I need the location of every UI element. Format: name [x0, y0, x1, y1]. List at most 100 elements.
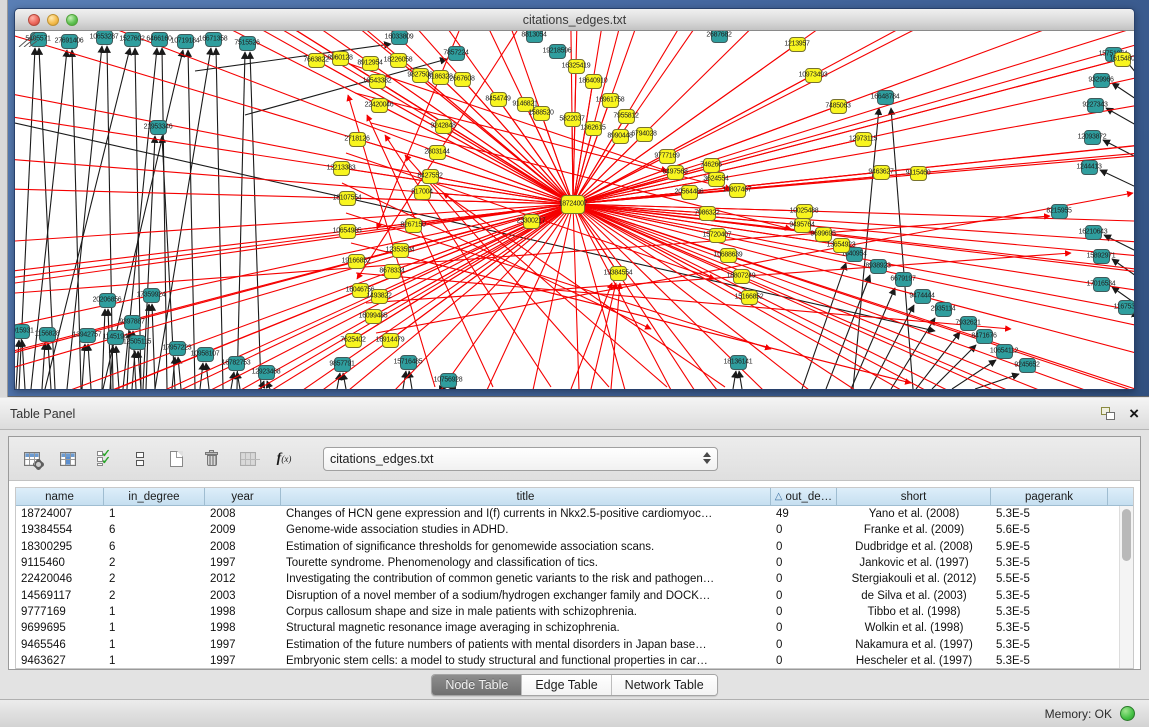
graph-node[interactable]: 9227343: [1087, 98, 1104, 113]
graph-node[interactable]: 17359924: [143, 288, 160, 303]
graph-node[interactable]: 7986322: [699, 206, 716, 221]
column-header-name[interactable]: name: [16, 488, 104, 505]
graph-node[interactable]: 3624554: [708, 172, 725, 187]
column-header-in_degree[interactable]: in_degree: [104, 488, 205, 505]
graph-node[interactable]: 1145194: [107, 330, 124, 345]
graph-node[interactable]: 9463627: [873, 165, 890, 180]
canvas-resize-grip[interactable]: [15, 31, 37, 47]
graph-node[interactable]: 16543382: [369, 74, 386, 89]
graph-node[interactable]: 1156828: [39, 327, 56, 342]
graph-node[interactable]: 1362615: [585, 121, 602, 136]
graph-node[interactable]: 10654985: [339, 224, 356, 239]
graph-node[interactable]: 10654112: [996, 344, 1013, 359]
graph-node[interactable]: 10719184: [177, 34, 194, 49]
graph-node[interactable]: 1167533: [1118, 300, 1135, 315]
graph-node[interactable]: 16046756: [352, 283, 369, 298]
graph-node[interactable]: 6679197: [895, 272, 912, 287]
graph-node[interactable]: 7663822: [308, 53, 325, 68]
column-checklist-button[interactable]: ✓✓: [89, 444, 119, 474]
table-row[interactable]: 946554611997Estimation of the future num…: [16, 636, 1133, 652]
graph-node[interactable]: 18136141: [730, 355, 747, 370]
graph-node[interactable]: 8813054: [526, 31, 543, 43]
table-settings-button[interactable]: [17, 444, 47, 474]
graph-node[interactable]: 1588520: [533, 106, 550, 121]
graph-node[interactable]: 7857224: [448, 46, 465, 61]
show-columns-button[interactable]: [53, 444, 83, 474]
graph-node[interactable]: 22420046: [371, 98, 388, 113]
table-row[interactable]: 1830029562008Estimation of significance …: [16, 539, 1133, 555]
graph-node[interactable]: 8960128: [332, 51, 349, 66]
graph-node[interactable]: 7515526: [239, 36, 256, 51]
column-header-year[interactable]: year: [205, 488, 281, 505]
graph-node[interactable]: 9115460: [910, 166, 927, 181]
graph-node[interactable]: 817004: [414, 185, 431, 200]
graph-node[interactable]: 9397887: [124, 315, 141, 330]
column-header-out_de[interactable]: △out_de…: [771, 488, 837, 505]
graph-node[interactable]: 10688639: [720, 248, 737, 263]
graph-node[interactable]: 19166852: [348, 254, 365, 269]
delete-table-button[interactable]: [197, 444, 227, 474]
graph-node[interactable]: 16671358: [205, 32, 222, 47]
graph-node[interactable]: 23300217: [523, 214, 540, 229]
graph-node[interactable]: 2935114: [935, 302, 952, 317]
hub-node[interactable]: 18724007: [561, 195, 585, 214]
graph-node[interactable]: 16648784: [877, 90, 894, 105]
graph-node[interactable]: 9495764: [794, 218, 811, 233]
graph-node[interactable]: 1213957: [789, 37, 806, 52]
graph-node[interactable]: 7625402: [345, 333, 362, 348]
network-window[interactable]: citations_edges.txt 54055712769140: [14, 8, 1135, 390]
graph-node[interactable]: 12213383: [333, 161, 350, 176]
graph-node[interactable]: 18107554: [339, 191, 356, 206]
graph-node[interactable]: 2667608: [454, 72, 471, 87]
graph-node[interactable]: 20564486: [681, 185, 698, 200]
graph-node[interactable]: 8215955: [1051, 204, 1068, 219]
tab-node-table[interactable]: Node Table: [432, 675, 522, 695]
graph-node[interactable]: 12093872: [1084, 130, 1101, 145]
zoom-window-icon[interactable]: [66, 14, 78, 26]
graph-node[interactable]: 18807249: [733, 269, 750, 284]
import-table-button[interactable]: [233, 444, 263, 474]
graph-node[interactable]: 8990448: [612, 129, 629, 144]
graph-node[interactable]: 13654923: [833, 238, 850, 253]
minimize-window-icon[interactable]: [47, 14, 59, 26]
graph-node[interactable]: 9827508: [412, 68, 429, 83]
tab-edge-table[interactable]: Edge Table: [522, 675, 611, 695]
graph-node[interactable]: 17016534: [1093, 277, 1110, 292]
graph-node[interactable]: 15166852: [741, 290, 758, 305]
table-row[interactable]: 969969511998Structural magnetic resonanc…: [16, 620, 1133, 636]
graph-node[interactable]: 9329966: [1093, 73, 1110, 88]
graph-node[interactable]: 16325419: [568, 59, 585, 74]
graph-node[interactable]: 12923468: [258, 365, 275, 380]
table-row[interactable]: 1938455462009Genome-wide association stu…: [16, 522, 1133, 538]
graph-node[interactable]: 9245652: [1019, 358, 1036, 373]
graph-node[interactable]: 746266: [703, 158, 720, 173]
graph-node[interactable]: 15892971: [1093, 249, 1110, 264]
graph-node[interactable]: 2803144: [429, 145, 446, 160]
network-window-titlebar[interactable]: citations_edges.txt: [15, 9, 1134, 31]
graph-node[interactable]: 7955812: [618, 109, 635, 124]
table-row[interactable]: 1456911722003Disruption of a novel membe…: [16, 587, 1133, 603]
graph-node[interactable]: 1493822: [371, 289, 388, 304]
graph-node[interactable]: 10807467: [729, 183, 746, 198]
table-row[interactable]: 977716911998Corpus callosum shape and si…: [16, 604, 1133, 620]
graph-node[interactable]: 10973493: [805, 68, 822, 83]
graph-node[interactable]: 9857791: [334, 357, 351, 372]
network-table-dropdown[interactable]: citations_edges.txt: [323, 447, 718, 471]
graph-node[interactable]: 2718126: [349, 132, 366, 147]
graph-node[interactable]: 12505115: [129, 335, 146, 350]
table-row[interactable]: 946362711997Embryonic stem cells: a mode…: [16, 653, 1133, 669]
graph-node[interactable]: 1527602: [124, 32, 141, 47]
graph-node[interactable]: 10653287: [96, 31, 113, 45]
graph-node[interactable]: 16033809: [391, 31, 408, 45]
graph-node[interactable]: 8267150: [405, 218, 422, 233]
graph-node[interactable]: 27691406: [61, 34, 78, 49]
function-builder-button[interactable]: f(x): [269, 444, 299, 474]
graph-node[interactable]: 16961758: [602, 93, 619, 108]
graph-node[interactable]: 12353594: [392, 243, 409, 258]
table-row[interactable]: 2242004622012Investigating the contribut…: [16, 571, 1133, 587]
graph-node[interactable]: 15716485: [400, 355, 417, 370]
graph-node[interactable]: 5822037: [564, 112, 581, 127]
graph-node[interactable]: 20206856: [99, 293, 116, 308]
tab-network-table[interactable]: Network Table: [612, 675, 717, 695]
graph-node[interactable]: 18640910: [585, 74, 602, 89]
